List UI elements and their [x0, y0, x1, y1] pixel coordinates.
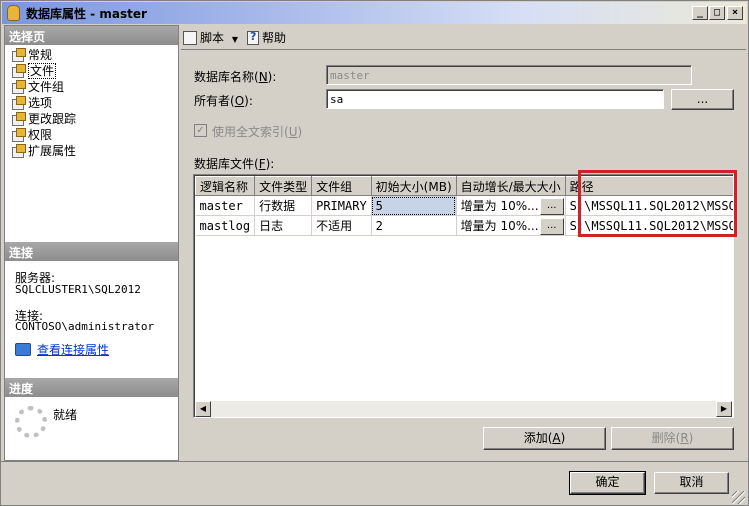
- title-bar[interactable]: 数据库属性 - master _ □ ×: [2, 2, 747, 24]
- column-header-logical-name[interactable]: 逻辑名称: [194, 176, 256, 196]
- owner-label: 所有者(O):: [194, 94, 253, 108]
- help-button[interactable]: 帮助: [247, 29, 286, 46]
- database-icon: [7, 5, 20, 21]
- db-files-label: 数据库文件(F):: [194, 157, 275, 171]
- help-icon: [247, 30, 259, 45]
- cancel-button[interactable]: 取消: [654, 472, 729, 494]
- fulltext-checkbox[interactable]: ✓: [194, 124, 207, 137]
- column-header-initial-size[interactable]: 初始大小(MB): [370, 176, 457, 196]
- autogrowth-edit-button[interactable]: ...: [539, 217, 564, 235]
- autogrowth-edit-button[interactable]: ...: [539, 197, 564, 215]
- page-icon: [11, 48, 26, 62]
- maximize-button[interactable]: □: [709, 6, 725, 20]
- toolbar: 脚本 ▼ 帮助: [181, 25, 746, 49]
- page-item-permissions[interactable]: 权限: [11, 127, 52, 143]
- cell-autogrowth[interactable]: 增量为 10%......: [456, 195, 566, 216]
- select-page-header: 选择页: [5, 26, 178, 45]
- remove-file-button[interactable]: 删除(R): [611, 427, 734, 450]
- script-icon: [183, 31, 197, 45]
- owner-field[interactable]: sa: [326, 89, 664, 109]
- page-icon: [11, 112, 26, 126]
- progress-spinner-icon: [15, 406, 47, 438]
- page-item-general[interactable]: 常规: [11, 47, 52, 63]
- column-header-file-type[interactable]: 文件类型: [254, 176, 313, 196]
- scroll-right-icon[interactable]: ▶: [716, 401, 732, 417]
- dropdown-arrow-icon: ▼: [231, 35, 238, 44]
- view-connection-properties-link[interactable]: 查看连接属性: [15, 341, 109, 358]
- connection-properties-icon: [15, 343, 31, 356]
- cell-logical-name[interactable]: master: [195, 195, 256, 216]
- progress-status: 就绪: [53, 408, 78, 422]
- page-icon: [11, 128, 26, 142]
- resize-grip-icon[interactable]: [732, 491, 745, 504]
- cell-autogrowth[interactable]: 增量为 10%......: [456, 215, 566, 236]
- column-header-filegroup[interactable]: 文件组: [311, 176, 372, 196]
- page-icon: [11, 64, 26, 78]
- cell-initial-size[interactable]: 2: [371, 215, 457, 236]
- page-item-extended-properties[interactable]: 扩展属性: [11, 143, 76, 159]
- scroll-left-icon[interactable]: ◀: [195, 401, 211, 417]
- page-item-change-tracking[interactable]: 更改跟踪: [11, 111, 76, 127]
- connection-value: CONTOSO\administrator: [15, 320, 155, 333]
- cell-path[interactable]: S:\MSSQL11.SQL2012\MSSQL: [565, 195, 733, 216]
- page-icon: [11, 80, 26, 94]
- page-item-options[interactable]: 选项: [11, 95, 52, 111]
- ok-button[interactable]: 确定: [569, 471, 646, 495]
- database-properties-window: 数据库属性 - master _ □ × 选择页 常规 文件 文件组 选项 更改…: [0, 0, 749, 506]
- left-pane: 选择页 常规 文件 文件组 选项 更改跟踪 权限 扩展属性 连接 服务器: SQ…: [4, 25, 179, 461]
- toolbar-divider: [181, 49, 746, 50]
- page-item-filegroups[interactable]: 文件组: [11, 79, 64, 95]
- cell-file-type[interactable]: 行数据: [254, 195, 313, 216]
- db-files-table: 逻辑名称 文件类型 文件组 初始大小(MB) 自动增长/最大大小 路径 mast…: [194, 176, 733, 236]
- column-header-path[interactable]: 路径: [564, 176, 733, 196]
- script-button[interactable]: 脚本 ▼: [183, 29, 238, 46]
- window-title: 数据库属性 - master: [26, 7, 147, 21]
- add-file-button[interactable]: 添加(A): [483, 427, 606, 450]
- horizontal-scrollbar[interactable]: ◀ ▶: [195, 401, 732, 417]
- page-item-files[interactable]: 文件: [11, 63, 57, 79]
- minimize-button[interactable]: _: [692, 6, 708, 20]
- table-row[interactable]: master 行数据 PRIMARY 5 增量为 10%...... S:\MS…: [195, 195, 733, 216]
- cell-file-type[interactable]: 日志: [254, 215, 313, 236]
- cell-filegroup[interactable]: PRIMARY: [311, 195, 372, 216]
- cell-filegroup[interactable]: 不适用: [311, 215, 372, 236]
- connection-header: 连接: [5, 242, 178, 261]
- close-button[interactable]: ×: [727, 6, 743, 20]
- cell-path[interactable]: S:\MSSQL11.SQL2012\MSSQL: [565, 215, 733, 236]
- fulltext-label: 使用全文索引(U): [212, 125, 303, 139]
- db-files-grid[interactable]: 逻辑名称 文件类型 文件组 初始大小(MB) 自动增长/最大大小 路径 mast…: [193, 174, 734, 418]
- footer-divider: [1, 461, 748, 462]
- progress-header: 进度: [5, 378, 178, 397]
- column-header-autogrowth[interactable]: 自动增长/最大大小: [455, 176, 566, 196]
- page-icon: [11, 96, 26, 110]
- cell-logical-name[interactable]: mastlog: [195, 215, 256, 236]
- page-icon: [11, 144, 26, 158]
- table-row[interactable]: mastlog 日志 不适用 2 增量为 10%...... S:\MSSQL1…: [195, 215, 733, 236]
- owner-browse-button[interactable]: ...: [671, 89, 734, 110]
- server-value: SQLCLUSTER1\SQL2012: [15, 283, 141, 296]
- cell-initial-size[interactable]: 5: [371, 195, 457, 216]
- db-name-label: 数据库名称(N):: [194, 70, 277, 84]
- table-header-row: 逻辑名称 文件类型 文件组 初始大小(MB) 自动增长/最大大小 路径: [194, 176, 733, 196]
- db-name-field: master: [326, 65, 692, 85]
